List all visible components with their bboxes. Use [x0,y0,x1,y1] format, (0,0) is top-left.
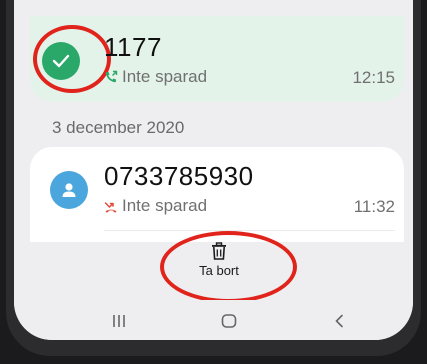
recent-apps-icon [113,315,125,327]
date-header: 3 december 2020 [52,118,185,137]
highlight-circle-avatar [33,25,111,93]
person-icon [62,183,76,197]
call-time: 11:32 [353,197,395,216]
call-time: 12:15 [352,68,395,87]
call-number: 1177 [104,32,162,62]
highlight-circle-delete [160,231,297,303]
recent-apps-button[interactable] [106,312,132,330]
back-button[interactable] [326,312,352,330]
call-status: Inte sparad [104,67,207,87]
home-button[interactable] [216,312,242,330]
divider [104,230,395,231]
navigation-bar [14,300,413,340]
home-icon [221,314,237,328]
call-status-label: Inte sparad [122,67,208,86]
outgoing-call-icon [105,70,118,83]
call-number: 0733785930 [104,161,254,191]
call-status-label: Inte sparad [122,196,208,215]
missed-call-icon [104,202,117,213]
call-status: Inte sparad [104,196,207,216]
back-icon [335,314,343,328]
call-log-screen: 1177 Inte sparad 12:15 3 december 2020 0… [14,0,413,340]
contact-avatar[interactable] [50,171,88,209]
